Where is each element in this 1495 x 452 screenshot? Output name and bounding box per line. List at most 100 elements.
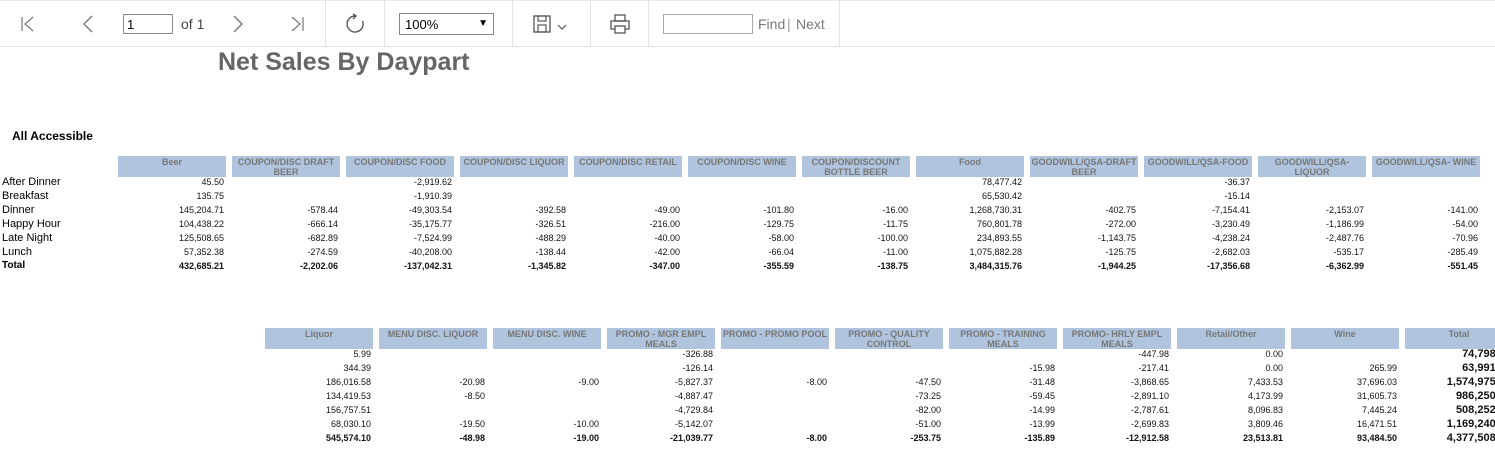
table-cell: 0.00 bbox=[1265, 363, 1283, 373]
next-page-icon[interactable] bbox=[224, 1, 252, 47]
table-cell: -4,238.24 bbox=[1211, 233, 1250, 243]
table-cell: 65,530.42 bbox=[981, 191, 1022, 201]
table-cell: 156,757.51 bbox=[325, 405, 371, 415]
table-cell: -31.48 bbox=[1029, 377, 1055, 387]
previous-page-icon[interactable] bbox=[74, 1, 102, 47]
column-header: MENU DISC. WINE bbox=[493, 328, 601, 349]
table-cell: -253.75 bbox=[910, 433, 941, 443]
column-header: PROMO - QUALITY CONTROL bbox=[835, 328, 943, 349]
table-cell: 135.75 bbox=[196, 191, 224, 201]
refresh-icon[interactable] bbox=[340, 1, 370, 47]
column-header: COUPON/DISC RETAIL bbox=[574, 156, 682, 177]
table-cell: -138.44 bbox=[535, 247, 566, 257]
table-cell: -392.58 bbox=[535, 205, 566, 215]
row-label: Breakfast bbox=[2, 190, 49, 202]
table-cell: -285.49 bbox=[1447, 247, 1478, 257]
table-cell: -1,143.75 bbox=[1097, 233, 1136, 243]
table-cell: -141.00 bbox=[1447, 205, 1478, 215]
column-header: Beer bbox=[118, 156, 226, 177]
table-cell: -15.14 bbox=[1224, 191, 1250, 201]
toolbar-separator bbox=[590, 1, 591, 47]
column-header: COUPON/DISC LIQUOR bbox=[460, 156, 568, 177]
column-header: Retail/Other bbox=[1177, 328, 1285, 349]
table-cell: -54.00 bbox=[1452, 219, 1478, 229]
table-cell: -402.75 bbox=[1105, 205, 1136, 215]
column-header: GOODWILL/QSA-DRAFT BEER bbox=[1030, 156, 1138, 177]
table-cell: -70.96 bbox=[1452, 233, 1478, 243]
table-cell: -19.50 bbox=[459, 419, 485, 429]
column-header: Food bbox=[916, 156, 1024, 177]
table-cell: -49,303.54 bbox=[408, 205, 452, 215]
print-icon[interactable] bbox=[605, 1, 635, 47]
table-cell: -4,729.84 bbox=[674, 405, 713, 415]
report-subtitle: All Accessible bbox=[12, 129, 93, 143]
table-cell: -2,487.76 bbox=[1325, 233, 1364, 243]
table-cell: 344.39 bbox=[343, 363, 371, 373]
report-title: Net Sales By Daypart bbox=[218, 48, 470, 76]
find-input[interactable] bbox=[663, 14, 753, 34]
zoom-select[interactable]: 100% ▼ bbox=[399, 13, 494, 35]
table-cell: -42.00 bbox=[654, 247, 680, 257]
table-cell: -11.00 bbox=[883, 247, 908, 257]
row-label: Late Night bbox=[2, 232, 53, 244]
table-cell: 265.99 bbox=[1369, 363, 1397, 373]
table-cell: -100.00 bbox=[877, 233, 908, 243]
table-cell: -1,186.99 bbox=[1325, 219, 1364, 229]
table-cell: -4,887.47 bbox=[674, 391, 713, 401]
table-cell: -49.00 bbox=[654, 205, 680, 215]
table-cell: -40.00 bbox=[654, 233, 680, 243]
table-cell: 45.50 bbox=[201, 177, 224, 187]
table-cell: -51.00 bbox=[915, 419, 941, 429]
table-cell: 31,605.73 bbox=[1356, 391, 1397, 401]
table-cell: 7,445.24 bbox=[1361, 405, 1397, 415]
table-cell: 78,477.42 bbox=[981, 177, 1022, 187]
table-cell: -326.88 bbox=[682, 349, 713, 359]
table-cell: 508,252.46 bbox=[1455, 404, 1495, 416]
table-cell: 432,685.21 bbox=[178, 261, 224, 271]
table-cell: 234,893.55 bbox=[976, 233, 1022, 243]
table-cell: -2,919.62 bbox=[413, 177, 452, 187]
table-cell: 57,352.38 bbox=[183, 247, 224, 257]
column-header: COUPON/DISC FOOD bbox=[346, 156, 454, 177]
column-header: Liquor bbox=[265, 328, 373, 349]
table-cell: -3,230.49 bbox=[1211, 219, 1250, 229]
table-cell: -447.98 bbox=[1138, 349, 1169, 359]
table-cell: -73.25 bbox=[915, 391, 941, 401]
last-page-icon[interactable] bbox=[283, 1, 311, 47]
table-cell: -2,202.06 bbox=[299, 261, 338, 271]
table-cell: -2,153.07 bbox=[1325, 205, 1364, 215]
table-cell: -2,682.03 bbox=[1211, 247, 1250, 257]
table-cell: -11.75 bbox=[883, 219, 908, 229]
table-cell: 104,438.22 bbox=[178, 219, 224, 229]
table-cell: 23,513.81 bbox=[1242, 433, 1283, 443]
table-cell: -82.00 bbox=[915, 405, 941, 415]
toolbar-separator bbox=[512, 1, 513, 47]
table-cell: -19.00 bbox=[573, 433, 599, 443]
table-cell: -101.80 bbox=[763, 205, 794, 215]
page-number-input[interactable] bbox=[123, 14, 173, 34]
column-header: GOODWILL/QSA- WINE bbox=[1372, 156, 1480, 177]
table-cell: -20.98 bbox=[459, 377, 485, 387]
table-cell: 3,484,315.76 bbox=[969, 261, 1022, 271]
first-page-icon[interactable] bbox=[14, 1, 42, 47]
table-cell: -36.37 bbox=[1224, 177, 1250, 187]
table-cell: -2,891.10 bbox=[1130, 391, 1169, 401]
table-cell: 0.00 bbox=[1265, 349, 1283, 359]
table-cell: 1,169,240.83 bbox=[1446, 418, 1495, 430]
table-cell: -7,524.99 bbox=[413, 233, 452, 243]
column-header: COUPON/DISC WINE bbox=[688, 156, 796, 177]
row-label: Total bbox=[2, 260, 26, 271]
table-cell: -129.75 bbox=[763, 219, 794, 229]
table-cell: -17,356.68 bbox=[1206, 261, 1250, 271]
table-cell: 3,809.46 bbox=[1247, 419, 1283, 429]
table-cell: 986,250.08 bbox=[1455, 390, 1495, 402]
table-cell: 8,096.83 bbox=[1247, 405, 1283, 415]
export-save-button[interactable] bbox=[528, 1, 574, 47]
find-next-link[interactable]: Next bbox=[796, 16, 825, 32]
table-cell: -7,154.41 bbox=[1211, 205, 1250, 215]
table-cell: -1,345.82 bbox=[527, 261, 566, 271]
table-cell: -66.04 bbox=[768, 247, 794, 257]
table-cell: 5.99 bbox=[353, 349, 371, 359]
find-link[interactable]: Find bbox=[758, 16, 785, 32]
column-header: MENU DISC. LIQUOR bbox=[379, 328, 487, 349]
